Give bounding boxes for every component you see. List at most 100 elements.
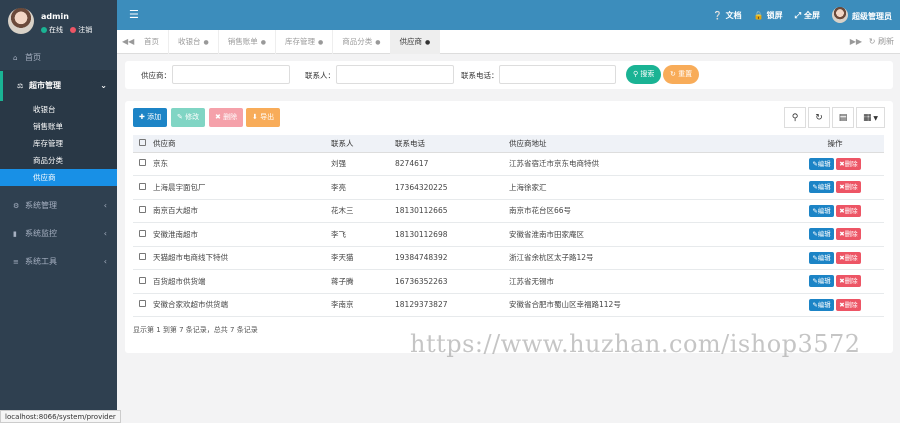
columns-button[interactable]: ▦ ▼	[856, 107, 885, 128]
tab-home[interactable]: 首页	[135, 30, 169, 54]
cell-phone: 16736352263	[395, 269, 509, 294]
row-checkbox[interactable]	[139, 276, 146, 284]
logout-icon[interactable]	[70, 27, 77, 33]
row-edit-button[interactable]: ✎编辑	[809, 275, 834, 288]
row-delete-button[interactable]: ✖删除	[836, 204, 861, 217]
cell-address: 上海徐家汇	[509, 175, 786, 200]
table-row[interactable]: 安徽合家欢超市供货端 李南京 18129373827 安徽省合肥市蜀山区幸福路112号…	[133, 293, 884, 317]
sidebar-item-monitor[interactable]: ▮ 系统监控 ‹	[0, 220, 117, 248]
export-button[interactable]: ⬇ 导出	[246, 108, 281, 127]
toggle-view-button[interactable]: ▤	[832, 107, 854, 128]
row-delete-label: 删除	[844, 159, 858, 168]
table-row[interactable]: 南京百大超市 花木三 18130112665 南京市花台区66号 ✎编辑 ✖删除	[133, 199, 884, 223]
sidebar-item-cashier[interactable]: 收银台	[0, 101, 117, 118]
phone-input[interactable]	[499, 65, 616, 84]
col-supplier[interactable]: 供应商	[153, 135, 331, 153]
row-delete-button[interactable]: ✖删除	[836, 298, 861, 311]
row-edit-button[interactable]: ✎编辑	[809, 251, 834, 264]
cell-supplier: 天猫超市电商线下特供	[153, 246, 331, 270]
row-checkbox[interactable]	[139, 300, 146, 308]
menu-toggle-icon[interactable]: ☰	[129, 8, 139, 21]
table-row[interactable]: 京东 刘强 8274617 江苏省宿迁市京东电商特供 ✎编辑 ✖删除	[133, 152, 884, 176]
row-edit-button[interactable]: ✎编辑	[809, 298, 834, 311]
lock-link[interactable]: 🔒 锁屏	[754, 10, 783, 21]
tab-category[interactable]: 商品分类 ●	[333, 30, 391, 54]
row-edit-button[interactable]: ✎编辑	[809, 228, 834, 241]
tab-label: 收银台	[178, 37, 201, 46]
row-select-cell	[133, 269, 153, 294]
row-edit-button[interactable]: ✎编辑	[809, 204, 834, 217]
cell-phone: 19384748392	[395, 246, 509, 270]
add-button[interactable]: ✚ 添加	[133, 108, 168, 127]
table-row[interactable]: 安徽淮南超市 李飞 18130112698 安徽省淮南市田家庵区 ✎编辑 ✖删除	[133, 222, 884, 247]
row-delete-label: 删除	[844, 300, 858, 309]
logout-link[interactable]: 注销	[78, 26, 92, 34]
edit-button[interactable]: ✎ 修改	[171, 108, 206, 127]
row-checkbox[interactable]	[139, 182, 146, 190]
reset-button[interactable]: ↻ 重置	[663, 65, 700, 84]
cell-actions: ✎编辑 ✖删除	[786, 152, 884, 176]
balance-icon: ⚖	[17, 82, 24, 90]
table-row[interactable]: 上海晨宇面包厂 李亮 17364320225 上海徐家汇 ✎编辑 ✖删除	[133, 175, 884, 200]
tab-scroll-left-icon[interactable]: ◀◀	[122, 30, 134, 54]
sidebar-item-home[interactable]: ⌂ 首页	[0, 45, 117, 71]
row-edit-label: 编辑	[817, 206, 831, 215]
col-contact[interactable]: 联系人	[331, 135, 395, 153]
select-all-checkbox[interactable]	[139, 138, 146, 146]
chevron-left-icon: ‹	[103, 229, 107, 238]
tab-inventory[interactable]: 库存管理 ●	[276, 30, 334, 54]
refresh-tab[interactable]: ↻ 刷新	[869, 30, 894, 54]
tab-scroll-right-icon[interactable]: ▶▶	[850, 30, 862, 54]
search-button[interactable]: ⚲ 搜索	[626, 65, 662, 84]
question-icon: ❔	[712, 10, 723, 20]
row-checkbox[interactable]	[139, 159, 146, 167]
contact-input[interactable]	[336, 65, 454, 84]
close-icon[interactable]: ●	[204, 39, 209, 46]
cell-contact: 刘强	[331, 152, 395, 176]
row-delete-button[interactable]: ✖删除	[836, 181, 861, 194]
admin-menu[interactable]: 超级管理员	[832, 7, 892, 23]
table-search-button[interactable]: ⚲	[784, 107, 806, 128]
close-icon[interactable]: ●	[318, 39, 323, 46]
delete-label: 删除	[223, 113, 238, 121]
row-delete-button[interactable]: ✖删除	[836, 157, 861, 170]
sidebar-item-supplier[interactable]: 供应商	[0, 169, 117, 186]
row-edit-label: 编辑	[817, 230, 831, 239]
row-edit-button[interactable]: ✎编辑	[809, 157, 834, 170]
table-refresh-button[interactable]: ↻	[808, 107, 830, 128]
cell-supplier: 百货超市供货端	[153, 269, 331, 294]
row-delete-button[interactable]: ✖删除	[836, 228, 861, 241]
supplier-input[interactable]	[172, 65, 290, 84]
delete-button[interactable]: ✖ 删除	[209, 108, 244, 127]
status-url: localhost:8066/system/provider	[0, 410, 121, 423]
sidebar-item-label: 系统监控	[25, 229, 57, 238]
table-row[interactable]: 百货超市供货端 蒋子腾 16736352263 江苏省无锡市 ✎编辑 ✖删除	[133, 269, 884, 294]
col-phone[interactable]: 联系电话	[395, 135, 509, 153]
col-address[interactable]: 供应商地址	[509, 135, 786, 153]
row-checkbox[interactable]	[139, 253, 146, 261]
tab-sales[interactable]: 销售账单 ●	[219, 30, 276, 54]
sidebar-item-tools[interactable]: ≡ 系统工具 ‹	[0, 248, 117, 276]
row-checkbox[interactable]	[139, 229, 146, 237]
doc-link[interactable]: ❔ 文档	[713, 10, 742, 21]
sidebar-group-supermarket[interactable]: ⚖ 超市管理 ⌄	[0, 71, 117, 101]
close-icon[interactable]: ●	[375, 39, 380, 46]
tab-label: 销售账单	[227, 37, 258, 46]
sidebar-item-category[interactable]: 商品分类	[0, 152, 117, 169]
sidebar-item-sales[interactable]: 销售账单	[0, 118, 117, 135]
fullscreen-link[interactable]: ⤢ 全屏	[795, 10, 820, 21]
row-checkbox[interactable]	[139, 206, 146, 214]
sidebar-item-inventory[interactable]: 库存管理	[0, 135, 117, 152]
user-avatar[interactable]	[8, 8, 34, 34]
refresh-icon: ↻	[670, 70, 676, 78]
cell-supplier: 南京百大超市	[153, 199, 331, 223]
row-delete-button[interactable]: ✖删除	[836, 251, 861, 264]
close-icon[interactable]: ●	[425, 39, 430, 46]
sidebar-item-system-admin[interactable]: ⚙ 系统管理 ‹	[0, 192, 117, 220]
row-delete-button[interactable]: ✖删除	[836, 275, 861, 288]
tab-supplier[interactable]: 供应商 ●	[390, 30, 441, 54]
close-icon[interactable]: ●	[261, 39, 266, 46]
table-row[interactable]: 天猫超市电商线下特供 李天猫 19384748392 浙江省余杭区太子路12号 ✎编辑 …	[133, 246, 884, 270]
tab-cashier[interactable]: 收银台 ●	[169, 30, 219, 54]
row-edit-button[interactable]: ✎编辑	[809, 181, 834, 194]
